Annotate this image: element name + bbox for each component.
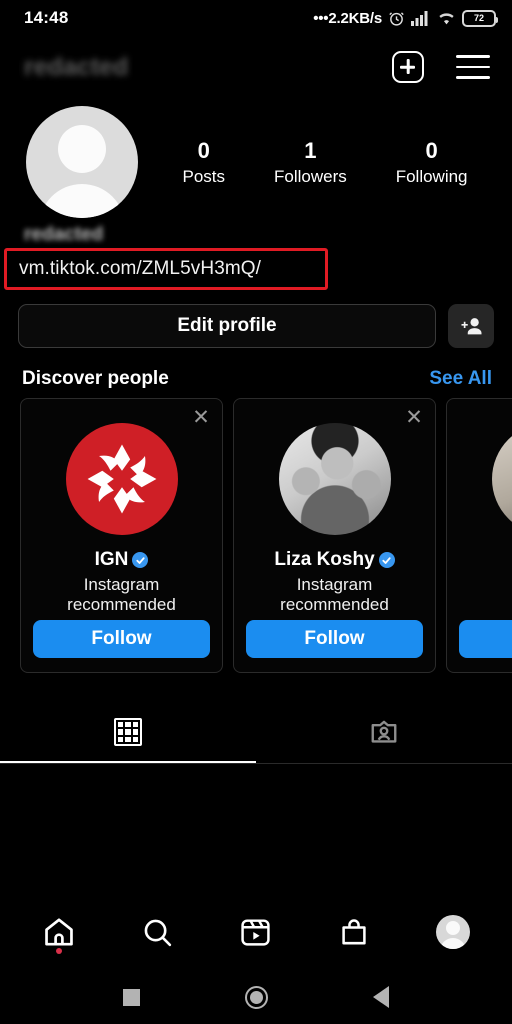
default-avatar-icon[interactable]	[26, 106, 138, 218]
network-speed-label: •••2.2KB/s	[313, 9, 382, 27]
plus-square-icon[interactable]	[392, 51, 424, 83]
back-triangle-icon[interactable]	[373, 986, 390, 1008]
profile-bio: redacted vm.tiktok.com/ZML5vH3mQ/	[0, 218, 512, 290]
nav-home[interactable]	[31, 904, 87, 960]
tab-grid[interactable]	[0, 701, 256, 763]
discover-card-subtitle: Instagram recommended	[67, 575, 176, 615]
discover-people-header: Discover people See All	[0, 348, 512, 398]
stat-followers[interactable]: 1 Followers	[274, 137, 347, 187]
avatar-head-shape	[58, 125, 106, 173]
home-icon	[45, 918, 73, 946]
signal-bars-icon	[411, 10, 431, 26]
hamburger-menu-icon[interactable]	[456, 55, 490, 79]
stat-posts-label: Posts	[182, 166, 226, 186]
battery-indicator: 72	[462, 9, 498, 27]
verified-badge-icon	[132, 552, 149, 568]
alarm-clock-icon	[388, 10, 405, 27]
nav-avatar-head	[445, 921, 460, 935]
tagged-person-icon	[371, 720, 397, 743]
stat-following-count: 0	[425, 138, 438, 164]
discover-card-name-row: Liza Koshy	[274, 549, 395, 571]
follow-button[interactable]: Follow	[246, 620, 423, 658]
recents-square-icon[interactable]	[122, 988, 140, 1006]
stat-followers-label: Followers	[273, 166, 347, 186]
stat-posts[interactable]: 0 Posts	[182, 137, 225, 187]
profile-action-buttons: Edit profile	[0, 290, 512, 348]
stat-following-label: Following	[395, 166, 468, 186]
instagram-profile-screen: 14:48 •••2.2KB/s 72 0 Posts 1 Followers …	[0, 0, 512, 1024]
bottom-navigation-bar	[0, 894, 512, 970]
profile-photo-image	[491, 423, 512, 535]
discover-card-avatar[interactable]	[65, 423, 178, 535]
discover-card-name: Liza Koshy	[274, 549, 375, 570]
discover-card[interactable]: ✕ IGN Instagram recommended Follow	[20, 398, 223, 673]
stat-posts-count: 0	[197, 138, 210, 164]
tabs-divider	[0, 763, 512, 764]
status-bar-icons: •••2.2KB/s 72	[313, 9, 498, 27]
profile-header-row: 0 Posts 1 Followers 0 Following	[0, 98, 512, 218]
home-notification-dot	[56, 948, 63, 954]
username-redaction-overlay	[20, 50, 135, 84]
avatar-body-shape	[39, 184, 125, 218]
android-system-navigation	[0, 970, 512, 1024]
profile-photo-image	[278, 423, 391, 535]
nav-profile[interactable]	[425, 904, 481, 960]
stat-followers-count: 1	[304, 138, 317, 164]
grid-icon	[114, 718, 142, 746]
follow-button[interactable]: Follow	[33, 620, 210, 658]
profile-tabs	[0, 701, 512, 763]
reels-icon	[241, 918, 271, 946]
edit-profile-button[interactable]: Edit profile	[18, 304, 436, 348]
status-bar: 14:48 •••2.2KB/s 72	[0, 0, 512, 36]
app-bar-actions	[392, 51, 490, 83]
search-icon	[144, 919, 172, 946]
add-person-icon[interactable]	[448, 304, 494, 348]
battery-level-label: 72	[473, 12, 484, 23]
discover-card-name-row: IGN	[95, 549, 149, 571]
verified-badge-icon	[378, 552, 395, 568]
discover-people-carousel[interactable]: ✕ IGN Instagram recommended Follow ✕ Liz…	[0, 398, 512, 673]
close-icon[interactable]: ✕	[190, 407, 212, 429]
home-circle-icon[interactable]	[244, 985, 268, 1009]
app-bar: redacted	[0, 36, 512, 98]
shop-bag-icon	[342, 919, 367, 945]
follow-button[interactable]	[459, 620, 512, 658]
nav-reels[interactable]	[228, 904, 284, 960]
discover-card[interactable]: ✕ Liza Koshy Instagram recommended Follo…	[233, 398, 436, 673]
close-icon[interactable]: ✕	[403, 407, 425, 429]
stat-following[interactable]: 0 Following	[396, 137, 468, 187]
discover-card[interactable]: ✕ Kour In reco	[446, 398, 512, 673]
bio-link[interactable]: vm.tiktok.com/ZML5vH3mQ/	[19, 258, 261, 279]
nav-avatar-body	[439, 938, 466, 949]
discover-card-name: IGN	[94, 549, 129, 570]
tab-tagged[interactable]	[256, 701, 512, 763]
profile-username[interactable]: redacted	[20, 50, 135, 84]
see-all-link[interactable]: See All	[429, 368, 492, 390]
nav-search[interactable]	[130, 904, 186, 960]
status-bar-clock: 14:48	[24, 8, 69, 27]
nav-shop[interactable]	[326, 904, 382, 960]
discover-card-avatar[interactable]	[278, 423, 391, 535]
ign-logo-icon	[65, 423, 178, 535]
profile-avatar-icon	[435, 915, 470, 949]
discover-card-avatar[interactable]	[491, 423, 512, 535]
wifi-icon	[437, 10, 456, 26]
discover-card-subtitle: Instagram recommended	[280, 575, 389, 615]
bio-link-highlight-box: vm.tiktok.com/ZML5vH3mQ/	[4, 248, 328, 290]
discover-people-title: Discover people	[22, 368, 169, 389]
profile-full-name: redacted	[24, 224, 104, 245]
profile-stats: 0 Posts 1 Followers 0 Following	[152, 137, 492, 187]
